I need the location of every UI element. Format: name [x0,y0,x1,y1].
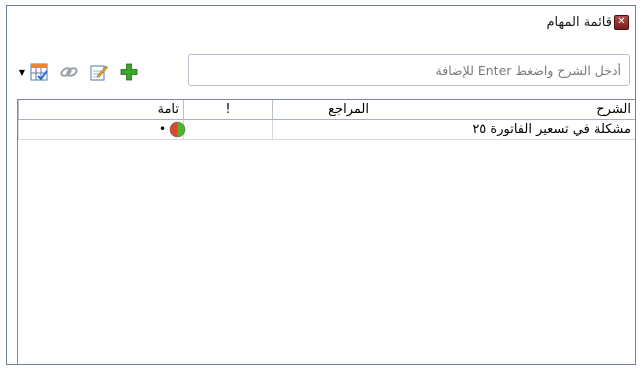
task-toolbar: ▼ [15,54,630,88]
task-list-panel: ✕ قائمة المهام ▼ أدخل الشرح واضغط Enter … [6,5,636,365]
status-red-green-icon [169,121,186,138]
add-icon[interactable] [120,63,138,81]
grid-options-icon[interactable] [30,63,48,81]
column-header-importance[interactable]: ! [183,100,272,119]
row-complete-cell[interactable]: • [18,120,183,139]
table-header: الشرح المراجع ! تامة [18,100,635,120]
column-header-complete[interactable]: تامة [18,100,183,119]
dropdown-arrow-icon[interactable]: ▼ [18,63,26,81]
row-importance[interactable] [183,120,272,139]
task-description-input[interactable] [188,54,630,86]
column-header-description[interactable]: الشرح [373,100,635,119]
column-header-references[interactable]: المراجع [272,100,373,119]
toolbar-icons: ▼ [18,62,138,82]
row-references[interactable] [272,120,373,139]
row-complete: • [159,122,167,136]
table-row[interactable]: مشكلة في تسعير الفاتورة ٢٥ • [18,120,635,140]
row-description[interactable]: مشكلة في تسعير الفاتورة ٢٥ [373,120,635,139]
link-icon[interactable] [60,63,78,81]
edit-icon[interactable] [90,63,108,81]
panel-title: قائمة المهام [546,14,612,30]
panel-titlebar: ✕ قائمة المهام [7,6,635,38]
close-icon[interactable]: ✕ [614,14,629,30]
task-table: الشرح المراجع ! تامة مشكلة في تسعير الفا… [17,99,635,364]
